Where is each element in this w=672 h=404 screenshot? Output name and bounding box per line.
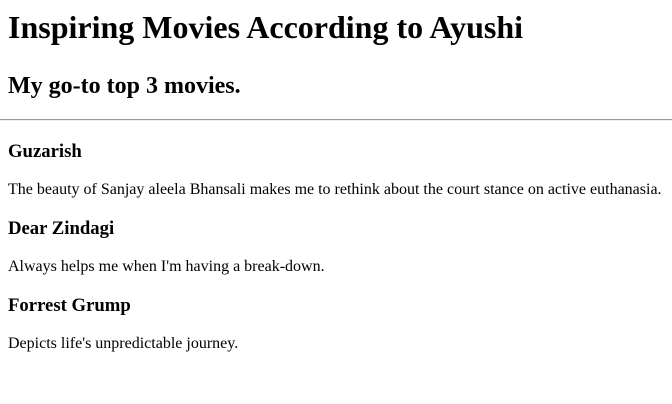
movie-item: Forrest Grump Depicts life's unpredictab… bbox=[8, 276, 664, 353]
page-content: Inspiring Movies According to Ayushi My … bbox=[0, 0, 672, 353]
divider bbox=[0, 119, 672, 121]
page-subtitle: My go-to top 3 movies. bbox=[8, 73, 241, 99]
movie-description: Depicts life's unpredictable journey. bbox=[8, 335, 239, 352]
page-title: Inspiring Movies According to Ayushi bbox=[8, 9, 524, 45]
movie-item: Guzarish The beauty of Sanjay aleela Bha… bbox=[8, 121, 664, 199]
movie-title: Forrest Grump bbox=[8, 295, 131, 316]
movie-title: Dear Zindagi bbox=[8, 218, 115, 239]
movie-item: Dear Zindagi Always helps me when I'm ha… bbox=[8, 199, 664, 276]
movie-title: Guzarish bbox=[8, 141, 82, 162]
movie-description: The beauty of Sanjay aleela Bhansali mak… bbox=[8, 181, 662, 198]
movie-description: Always helps me when I'm having a break-… bbox=[8, 258, 325, 275]
